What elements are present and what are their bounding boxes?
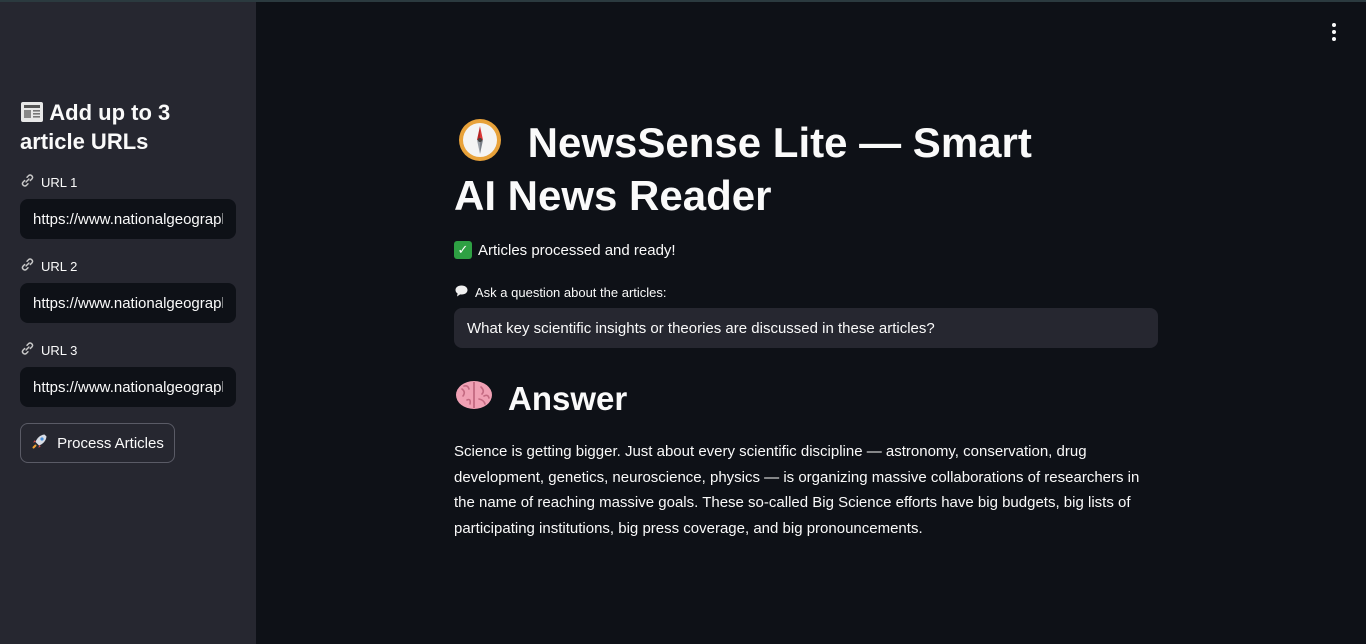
link-icon (20, 341, 35, 359)
url-2-input[interactable] (20, 283, 236, 323)
url-1-label: URL 1 (20, 173, 77, 191)
question-input[interactable] (454, 308, 1158, 348)
process-articles-button[interactable]: Process Articles (20, 423, 175, 463)
brain-icon (454, 378, 494, 420)
url-2-label-text: URL 2 (41, 258, 78, 274)
newspaper-icon (20, 100, 49, 125)
link-icon (20, 173, 35, 191)
url-3-input[interactable] (20, 367, 236, 407)
page-title-text: NewsSense Lite — Smart AI News Reader (454, 119, 1032, 219)
sidebar-heading: Add up to 3 article URLs (20, 98, 240, 156)
url-1-label-text: URL 1 (41, 174, 78, 190)
status-text: Articles processed and ready! (478, 241, 676, 259)
main-menu-button[interactable] (1322, 20, 1346, 44)
rocket-icon (31, 432, 49, 454)
answer-heading-text: Answer (508, 380, 628, 417)
question-label: Ask a question about the articles: (454, 284, 667, 301)
answer-text: Science is getting bigger. Just about ev… (454, 443, 1140, 537)
check-icon: ✓ (454, 241, 472, 259)
url-3-label: URL 3 (20, 341, 77, 359)
process-articles-label: Process Articles (57, 434, 164, 452)
url-2-label: URL 2 (20, 257, 77, 275)
link-icon (20, 257, 35, 275)
question-label-text: Ask a question about the articles: (475, 285, 667, 300)
url-1-input[interactable] (20, 199, 236, 239)
kebab-menu-icon (1332, 23, 1336, 41)
compass-icon (454, 119, 528, 166)
sidebar: Add up to 3 article URLs URL 1 URL 2 URL… (0, 2, 256, 644)
status-message: ✓ Articles processed and ready! (454, 241, 676, 259)
page-title: NewsSense Lite — Smart AI News Reader (454, 116, 1074, 222)
url-3-label-text: URL 3 (41, 342, 78, 358)
answer-heading: Answer (454, 378, 627, 420)
speech-bubble-icon (454, 284, 469, 301)
